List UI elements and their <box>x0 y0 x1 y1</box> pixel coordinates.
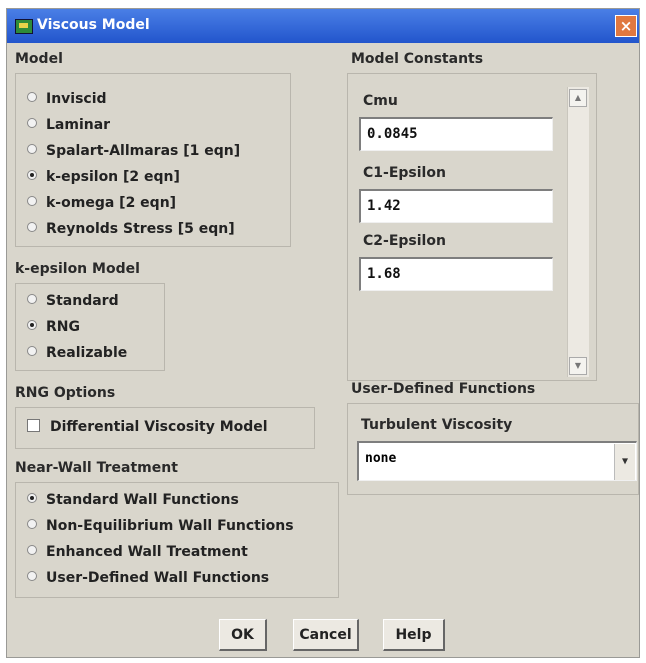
radio-icon <box>27 545 37 555</box>
model-label: Model <box>15 51 63 67</box>
cmu-input[interactable]: 0.0845 <box>359 117 553 151</box>
close-button[interactable]: × <box>615 15 637 37</box>
option-label: Spalart-Allmaras [1 eqn] <box>46 143 241 159</box>
option-label: Standard <box>46 293 119 309</box>
scroll-up-arrow-icon[interactable]: ▲ <box>569 89 587 107</box>
radio-icon <box>27 571 37 581</box>
option-label: Enhanced Wall Treatment <box>46 544 248 560</box>
radio-icon <box>27 92 37 102</box>
checkbox-icon <box>27 419 40 432</box>
rng-options-label: RNG Options <box>15 385 116 401</box>
wall-option-standard[interactable]: Standard Wall Functions <box>27 492 239 508</box>
option-label: User-Defined Wall Functions <box>46 570 270 586</box>
kepsilon-option-rng[interactable]: RNG <box>27 319 80 335</box>
option-label: k-omega [2 eqn] <box>46 195 177 211</box>
differential-viscosity-checkbox[interactable]: Differential Viscosity Model <box>27 419 268 435</box>
radio-icon <box>27 118 37 128</box>
turbulent-viscosity-dropdown[interactable]: none ▼ <box>357 441 637 481</box>
option-label: RNG <box>46 319 80 335</box>
radio-icon <box>27 144 37 154</box>
model-option-inviscid[interactable]: Inviscid <box>27 91 107 107</box>
kepsilon-model-label: k-epsilon Model <box>15 261 140 277</box>
viscous-model-dialog: Viscous Model × Model Inviscid Laminar S… <box>6 8 640 658</box>
ok-button[interactable]: OK <box>219 619 267 651</box>
chevron-down-icon[interactable]: ▼ <box>614 444 635 480</box>
udf-label: User-Defined Functions <box>351 381 536 397</box>
c1-epsilon-label: C1-Epsilon <box>363 165 446 181</box>
cmu-label: Cmu <box>363 93 398 109</box>
cancel-button[interactable]: Cancel <box>293 619 359 651</box>
near-wall-label: Near-Wall Treatment <box>15 460 178 476</box>
radio-icon <box>27 294 37 304</box>
model-option-k-epsilon[interactable]: k-epsilon [2 eqn] <box>27 169 180 185</box>
option-label: Laminar <box>46 117 111 133</box>
scroll-down-arrow-icon[interactable]: ▼ <box>569 357 587 375</box>
radio-selected-icon <box>27 170 37 180</box>
wall-option-enhanced[interactable]: Enhanced Wall Treatment <box>27 544 248 560</box>
model-option-laminar[interactable]: Laminar <box>27 117 110 133</box>
option-label: k-epsilon [2 eqn] <box>46 169 180 185</box>
wall-option-non-equilibrium[interactable]: Non-Equilibrium Wall Functions <box>27 518 294 534</box>
wall-option-user-defined[interactable]: User-Defined Wall Functions <box>27 570 269 586</box>
c2-epsilon-label: C2-Epsilon <box>363 233 446 249</box>
constants-scrollbar[interactable]: ▲ ▼ <box>567 87 589 377</box>
kepsilon-option-realizable[interactable]: Realizable <box>27 345 127 361</box>
option-label: Reynolds Stress [5 eqn] <box>46 221 235 237</box>
kepsilon-option-standard[interactable]: Standard <box>27 293 119 309</box>
radio-icon <box>27 519 37 529</box>
radio-icon <box>27 196 37 206</box>
option-label: Non-Equilibrium Wall Functions <box>46 518 294 534</box>
radio-icon <box>27 346 37 356</box>
option-label: Inviscid <box>46 91 107 107</box>
model-option-k-omega[interactable]: k-omega [2 eqn] <box>27 195 176 211</box>
radio-selected-icon <box>27 493 37 503</box>
c1-epsilon-input[interactable]: 1.42 <box>359 189 553 223</box>
model-option-spalart-allmaras[interactable]: Spalart-Allmaras [1 eqn] <box>27 143 240 159</box>
radio-icon <box>27 222 37 232</box>
option-label: Realizable <box>46 345 128 361</box>
model-constants-label: Model Constants <box>351 51 484 67</box>
app-icon <box>15 19 33 34</box>
turbulent-viscosity-label: Turbulent Viscosity <box>361 417 513 433</box>
c2-epsilon-input[interactable]: 1.68 <box>359 257 553 291</box>
checkbox-label: Differential Viscosity Model <box>50 419 268 435</box>
radio-selected-icon <box>27 320 37 330</box>
option-label: Standard Wall Functions <box>46 492 239 508</box>
window-title: Viscous Model <box>37 17 150 33</box>
dropdown-value: none <box>365 451 397 466</box>
model-option-reynolds-stress[interactable]: Reynolds Stress [5 eqn] <box>27 221 235 237</box>
help-button[interactable]: Help <box>383 619 445 651</box>
title-bar[interactable]: Viscous Model × <box>7 9 639 43</box>
